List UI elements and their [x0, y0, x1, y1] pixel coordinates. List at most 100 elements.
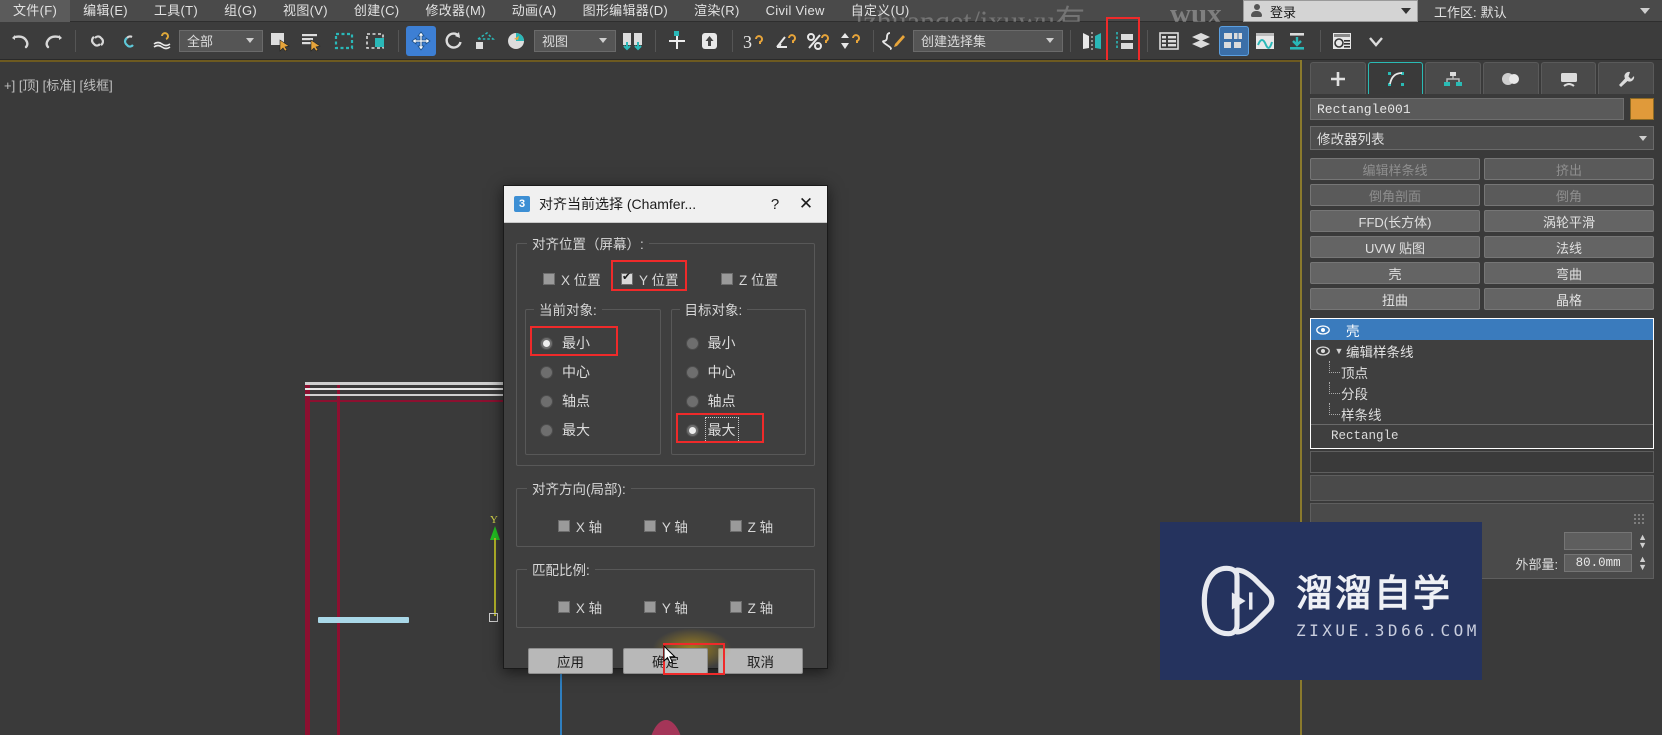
render-frame-window-button[interactable]	[1360, 26, 1390, 56]
close-button[interactable]: ✕	[789, 187, 823, 221]
utilities-tab[interactable]	[1598, 62, 1655, 94]
motion-tab[interactable]	[1483, 62, 1539, 94]
menu-item-customize[interactable]: 自定义(U)	[838, 0, 923, 22]
spinner-arrows-icon[interactable]: ▲ ▼	[1638, 533, 1647, 550]
radio-current-maximum[interactable]: 最大	[532, 417, 654, 443]
radio-target-minimum[interactable]: 最小	[678, 330, 800, 356]
radio-target-pivot[interactable]: 轴点	[678, 388, 800, 414]
modifier-button-extrude[interactable]: 挤出	[1484, 158, 1654, 180]
eye-icon[interactable]	[1314, 342, 1332, 360]
parameter-spinner[interactable]	[1564, 532, 1633, 550]
curve-editor-button[interactable]	[1251, 26, 1281, 56]
object-color-swatch[interactable]	[1630, 98, 1654, 120]
modifier-button-shell[interactable]: 壳	[1310, 262, 1480, 284]
bind-to-space-warp-button[interactable]	[147, 26, 177, 56]
modifier-button-bevel-profile[interactable]: 倒角剖面	[1310, 184, 1480, 206]
geometry-selected-bar[interactable]	[318, 617, 409, 623]
menu-item-create[interactable]: 创建(C)	[341, 0, 413, 22]
modifier-stack-toolbar[interactable]	[1310, 451, 1654, 473]
reference-coordinate-combo[interactable]: 视图	[534, 29, 616, 52]
select-and-rotate-button[interactable]	[438, 26, 468, 56]
spinner-arrows-icon[interactable]: ▲ ▼	[1638, 555, 1647, 572]
snaps-use-axis-button[interactable]	[695, 26, 725, 56]
radio-target-center[interactable]: 中心	[678, 359, 800, 385]
checkbox-orientation-y[interactable]: Y 轴	[643, 516, 688, 536]
checkbox-y-position[interactable]: Y 位置	[611, 260, 721, 291]
mirror-button[interactable]	[1078, 26, 1108, 56]
select-and-scale-button[interactable]	[470, 26, 500, 56]
modify-tab[interactable]	[1367, 62, 1424, 94]
menu-item-file[interactable]: 文件(F)	[0, 0, 71, 22]
modifier-button-bend[interactable]: 弯曲	[1484, 262, 1654, 284]
menu-item-modifiers[interactable]: 修改器(M)	[412, 0, 498, 22]
render-to-texture-button[interactable]	[1283, 26, 1313, 56]
menu-item-animation[interactable]: 动画(A)	[499, 0, 570, 22]
radio-current-center[interactable]: 中心	[532, 359, 654, 385]
modifier-button-edit-spline[interactable]: 编辑样条线	[1310, 158, 1480, 180]
parameter-spinner[interactable]: 80.0mm	[1564, 554, 1633, 572]
rectangular-selection-region-button[interactable]	[329, 26, 359, 56]
menu-item-views[interactable]: 视图(V)	[270, 0, 341, 22]
eye-icon[interactable]	[1314, 321, 1332, 339]
menu-item-edit[interactable]: 编辑(E)	[70, 0, 141, 22]
menu-item-graph-editors[interactable]: 图形编辑器(D)	[570, 0, 681, 22]
modifier-button-uvw-map[interactable]: UVW 贴图	[1310, 236, 1480, 258]
checkbox-z-position[interactable]: Z 位置	[721, 269, 778, 289]
modifier-stack[interactable]: 壳 ▼ 编辑样条线 顶点 分段 样条线 Rectangle	[1310, 318, 1654, 449]
select-object-button[interactable]	[265, 26, 295, 56]
scene-explorer-button[interactable]	[1187, 26, 1217, 56]
select-and-move-button[interactable]	[406, 25, 436, 56]
modifier-button-lattice[interactable]: 晶格	[1484, 288, 1654, 310]
radio-current-pivot[interactable]: 轴点	[532, 388, 654, 414]
stack-subitem-segment[interactable]: 分段	[1311, 382, 1653, 403]
modifier-button-bevel[interactable]: 倒角	[1484, 184, 1654, 206]
radio-target-maximum[interactable]: 最大	[675, 413, 800, 443]
display-tab[interactable]	[1540, 62, 1597, 94]
apply-button[interactable]: 应用	[528, 648, 613, 674]
checkbox-orientation-z[interactable]: Z 轴	[729, 516, 773, 536]
stack-base-object[interactable]: Rectangle	[1311, 425, 1653, 446]
percent-snap-toggle-button[interactable]	[804, 26, 834, 56]
checkbox-scale-x[interactable]: X 轴	[557, 597, 602, 617]
modifier-button-twist[interactable]: 扭曲	[1310, 288, 1480, 310]
use-pivot-point-center-button[interactable]	[618, 26, 648, 56]
align-button[interactable]	[1106, 16, 1140, 65]
stack-subitem-vertex[interactable]: 顶点	[1311, 361, 1653, 382]
menu-item-rendering[interactable]: 渲染(R)	[681, 0, 753, 22]
window-crossing-button[interactable]	[361, 26, 391, 56]
hierarchy-tab[interactable]	[1425, 62, 1482, 94]
ok-button[interactable]: 确定	[623, 648, 708, 674]
radio-current-minimum[interactable]: 最小	[530, 326, 654, 356]
rollup-header[interactable]	[1310, 475, 1654, 501]
spinner-snap-toggle-button[interactable]	[836, 26, 866, 56]
layer-explorer-button[interactable]	[1155, 26, 1185, 56]
angle-snap-toggle-button[interactable]	[772, 26, 802, 56]
drag-handle-icon[interactable]	[1633, 512, 1647, 526]
named-selection-sets-combo[interactable]: 创建选择集	[913, 29, 1063, 52]
stack-subitem-spline[interactable]: 样条线	[1311, 403, 1653, 424]
menu-item-civil-view[interactable]: Civil View	[753, 0, 838, 22]
selection-filter-combo[interactable]: 全部	[179, 29, 263, 52]
viewport-label[interactable]: +] [顶] [标准] [线框]	[4, 75, 113, 94]
stack-item-edit-spline[interactable]: ▼ 编辑样条线	[1311, 340, 1653, 361]
select-and-place-button[interactable]	[502, 26, 532, 56]
align-dialog[interactable]: 3 对齐当前选择 (Chamfer... ? ✕ 对齐位置（屏幕）: X 位置 …	[503, 185, 828, 675]
render-setup-button[interactable]	[1328, 26, 1358, 56]
checkbox-x-position[interactable]: X 位置	[525, 269, 621, 289]
create-tab[interactable]	[1310, 62, 1366, 94]
checkbox-orientation-x[interactable]: X 轴	[557, 516, 602, 536]
material-editor-button[interactable]	[1219, 25, 1249, 56]
undo-button[interactable]	[6, 26, 36, 56]
menu-item-group[interactable]: 组(G)	[211, 0, 270, 22]
checkbox-scale-z[interactable]: Z 轴	[729, 597, 773, 617]
gizmo-origin-square[interactable]	[489, 613, 498, 622]
workspace-selector[interactable]: 工作区: 默认	[1424, 0, 1662, 22]
snaps-toggle-button[interactable]	[663, 26, 693, 56]
select-by-name-button[interactable]	[297, 26, 327, 56]
select-and-link-button[interactable]	[83, 26, 113, 56]
cancel-button[interactable]: 取消	[718, 648, 803, 674]
login-button[interactable]: 登录	[1243, 0, 1418, 22]
checkbox-scale-y[interactable]: Y 轴	[643, 597, 688, 617]
stack-item-shell[interactable]: 壳	[1311, 319, 1653, 340]
modifier-button-normal[interactable]: 法线	[1484, 236, 1654, 258]
